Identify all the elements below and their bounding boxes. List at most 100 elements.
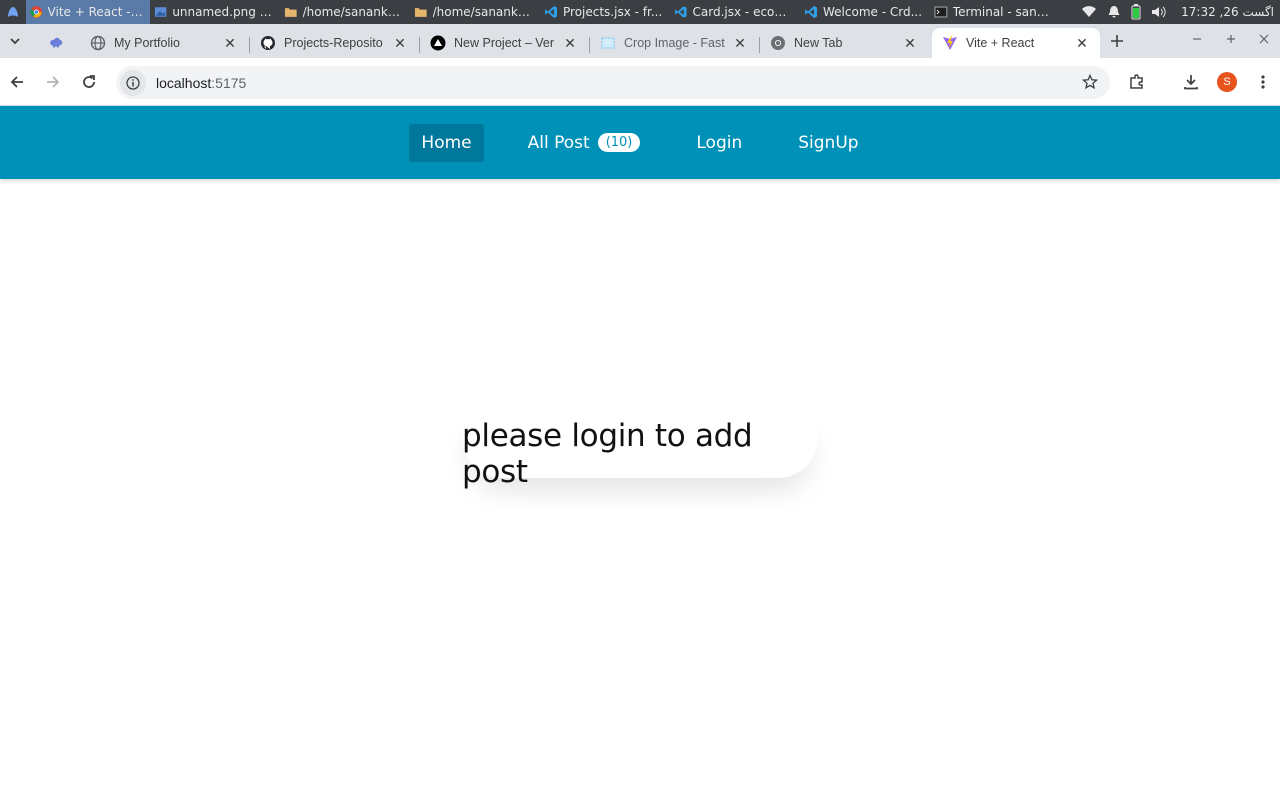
- close-tab-icon[interactable]: ✕: [732, 35, 748, 51]
- arrow-left-icon: [10, 76, 23, 88]
- volume-icon[interactable]: [1151, 5, 1167, 19]
- forward-button[interactable]: [41, 70, 65, 94]
- battery-icon[interactable]: [1131, 4, 1141, 20]
- task-folder-1[interactable]: /home/sanankh...: [280, 0, 410, 24]
- avatar: S: [1217, 72, 1237, 92]
- address-bar[interactable]: localhost:5175: [116, 66, 1110, 99]
- puzzle-icon: [1130, 74, 1143, 89]
- folder-icon: [414, 8, 427, 17]
- vscode-icon: [805, 6, 817, 18]
- tab-projects-repository[interactable]: Projects-Reposito ✕: [250, 28, 418, 58]
- tab-new-project-vercel[interactable]: New Project – Ver ✕: [420, 28, 588, 58]
- url-text[interactable]: localhost:5175: [156, 75, 246, 91]
- task-label: unnamed.png - ...: [172, 5, 274, 19]
- post-count-badge: (10): [597, 133, 641, 152]
- reload-icon: [83, 75, 95, 88]
- task-vscode-2[interactable]: Card.jsx - ecom...: [670, 0, 800, 24]
- close-tab-icon[interactable]: ✕: [222, 35, 238, 51]
- close-window-button[interactable]: [1255, 32, 1273, 48]
- maximize-window-button[interactable]: [1222, 32, 1240, 48]
- clock[interactable]: 17:32 ,26 اگست: [1181, 5, 1274, 19]
- login-prompt-card: please login to add post: [462, 408, 818, 490]
- nav-label: SignUp: [798, 132, 859, 153]
- close-tab-icon[interactable]: ✕: [902, 35, 918, 51]
- tab-crop-image[interactable]: Crop Image - Fast ✕: [590, 28, 758, 58]
- reload-button[interactable]: [77, 70, 101, 94]
- task-label: Welcome - Crd...: [823, 5, 923, 19]
- extension-icon: [48, 35, 64, 51]
- folder-icon: [284, 8, 297, 17]
- login-prompt-message: please login to add post: [462, 418, 753, 490]
- profile-button[interactable]: S: [1215, 70, 1239, 94]
- bookmark-star-button[interactable]: [1081, 73, 1099, 94]
- tab-title: My Portfolio: [114, 36, 180, 50]
- browser-menu-button[interactable]: [1251, 70, 1275, 94]
- browser-toolbar: localhost:5175 S: [0, 58, 1280, 106]
- nav-label: All Post: [527, 132, 590, 153]
- wifi-icon[interactable]: [1081, 5, 1097, 19]
- task-vscode-3[interactable]: Welcome - Crd...: [800, 0, 930, 24]
- tab-title: Vite + React: [966, 36, 1035, 50]
- os-logo-icon: [8, 7, 18, 17]
- task-label: Card.jsx - ecom...: [692, 5, 794, 19]
- back-button[interactable]: [5, 70, 29, 94]
- plus-icon: [1111, 35, 1123, 47]
- star-icon: [1081, 73, 1099, 90]
- close-tab-icon[interactable]: ✕: [1074, 35, 1090, 51]
- tab-title: New Tab: [794, 36, 843, 50]
- notification-bell-icon[interactable]: [1107, 5, 1121, 19]
- url-port: :5175: [211, 74, 247, 91]
- new-tab-button[interactable]: [1106, 30, 1128, 52]
- chrome-icon: [770, 35, 786, 51]
- kebab-menu-icon: [1261, 75, 1265, 89]
- app-menu-button[interactable]: [0, 0, 26, 24]
- image-viewer-icon: [154, 7, 167, 17]
- task-terminal[interactable]: Terminal - sana...: [930, 0, 1060, 24]
- vite-icon: [942, 35, 958, 51]
- task-image-viewer[interactable]: unnamed.png - ...: [150, 0, 280, 24]
- close-tab-icon[interactable]: ✕: [562, 35, 578, 51]
- nav-all-post[interactable]: All Post (10): [516, 124, 653, 162]
- task-label: Vite + React - G...: [47, 5, 144, 19]
- close-tab-icon[interactable]: ✕: [392, 35, 408, 51]
- system-tray: 17:32 ,26 اگست: [1081, 0, 1274, 24]
- tab-search-button[interactable]: [4, 30, 26, 52]
- nav-login[interactable]: Login: [684, 124, 754, 162]
- github-icon: [260, 35, 276, 51]
- tab-my-portfolio[interactable]: My Portfolio ✕: [80, 28, 248, 58]
- browser-tab-strip: My Portfolio ✕ Projects-Reposito ✕ New P…: [0, 24, 1280, 58]
- terminal-icon: [934, 6, 948, 18]
- download-icon: [1184, 75, 1198, 90]
- task-label: Projects.jsx - fr...: [563, 5, 663, 19]
- minimize-icon: [1193, 38, 1201, 40]
- nav-label: Login: [696, 132, 743, 153]
- task-label: /home/sanankh...: [302, 5, 404, 19]
- tab-title: Crop Image - Fast: [624, 36, 725, 50]
- task-chrome[interactable]: Vite + React - G...: [26, 0, 150, 24]
- site-info-button[interactable]: [120, 69, 146, 96]
- maximize-icon: [1227, 35, 1235, 43]
- task-vscode-1[interactable]: Projects.jsx - fr...: [540, 0, 670, 24]
- crop-icon: [600, 35, 616, 51]
- tab-vite-react[interactable]: Vite + React ✕: [932, 28, 1100, 58]
- task-label: /home/sanankh...: [432, 5, 534, 19]
- nav-home[interactable]: Home: [409, 123, 484, 162]
- page-content: Home All Post (10) Login SignUp please l…: [0, 106, 1280, 800]
- url-host: localhost: [156, 74, 212, 91]
- extensions-button[interactable]: [1125, 70, 1149, 94]
- close-icon: [1259, 34, 1269, 44]
- tab-title: Projects-Reposito: [284, 36, 383, 50]
- vscode-icon: [674, 6, 687, 18]
- tab-new-tab[interactable]: New Tab ✕: [760, 28, 928, 58]
- nav-label: Home: [421, 132, 472, 153]
- arrow-right-icon: [47, 76, 60, 88]
- downloads-button[interactable]: [1179, 70, 1203, 94]
- vercel-icon: [430, 35, 446, 51]
- task-folder-2[interactable]: /home/sanankh...: [410, 0, 540, 24]
- tab-pinned-extension[interactable]: [38, 28, 78, 58]
- nav-signup[interactable]: SignUp: [786, 124, 870, 162]
- nav-list: Home All Post (10) Login SignUp: [393, 123, 886, 162]
- info-icon: [126, 75, 140, 90]
- task-label: Terminal - sana...: [952, 5, 1054, 19]
- minimize-window-button[interactable]: [1188, 32, 1206, 48]
